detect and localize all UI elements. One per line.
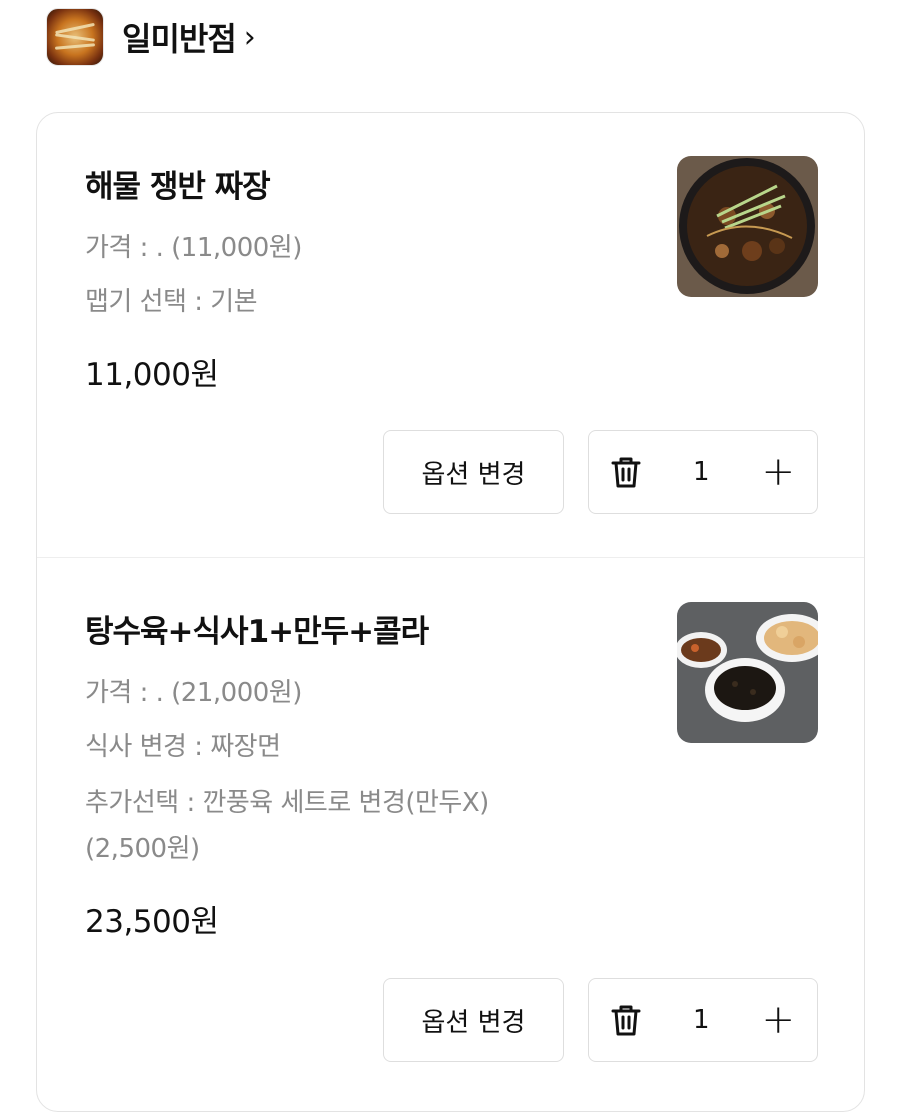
plus-icon[interactable]: +: [761, 452, 795, 492]
item-option: 가격 : . (11,000원): [85, 233, 302, 263]
store-name: 일미반점: [122, 20, 237, 58]
trash-icon[interactable]: [611, 1003, 641, 1037]
store-header[interactable]: 일미반점 ›: [46, 8, 256, 66]
plus-icon[interactable]: +: [761, 1000, 795, 1040]
cart-item: 탕수육+식사1+만두+콜라 가격 : . (21,000원) 식사 변경 : 짜…: [37, 557, 864, 1117]
item-option: 맵기 선택 : 기본: [85, 287, 258, 317]
change-option-button[interactable]: 옵션 변경: [383, 978, 564, 1062]
change-option-button[interactable]: 옵션 변경: [383, 430, 564, 514]
quantity-value: 1: [692, 1005, 710, 1035]
item-image-jjajang: [677, 156, 818, 297]
store-name-link[interactable]: 일미반점 ›: [122, 14, 256, 60]
item-name: 탕수육+식사1+만두+콜라: [85, 614, 429, 650]
item-option: 식사 변경 : 짜장면: [85, 732, 281, 762]
item-image-tangsuyuk-set: [677, 602, 818, 743]
item-option: (2,500원): [85, 834, 200, 864]
trash-icon[interactable]: [611, 455, 641, 489]
cart-card: 해물 쟁반 짜장 가격 : . (11,000원) 맵기 선택 : 기본 11,…: [36, 112, 865, 1112]
quantity-value: 1: [692, 457, 710, 487]
chevron-right-icon: ›: [243, 19, 256, 55]
item-price: 11,000원: [85, 357, 219, 393]
cart-item: 해물 쟁반 짜장 가격 : . (11,000원) 맵기 선택 : 기본 11,…: [37, 113, 864, 557]
item-price: 23,500원: [85, 904, 219, 940]
item-option: 추가선택 : 깐풍육 세트로 변경(만두X): [85, 788, 489, 818]
quantity-stepper: 1 +: [588, 430, 818, 514]
item-option: 가격 : . (21,000원): [85, 678, 302, 708]
item-name: 해물 쟁반 짜장: [85, 169, 271, 205]
store-logo: [46, 8, 104, 66]
quantity-stepper: 1 +: [588, 978, 818, 1062]
